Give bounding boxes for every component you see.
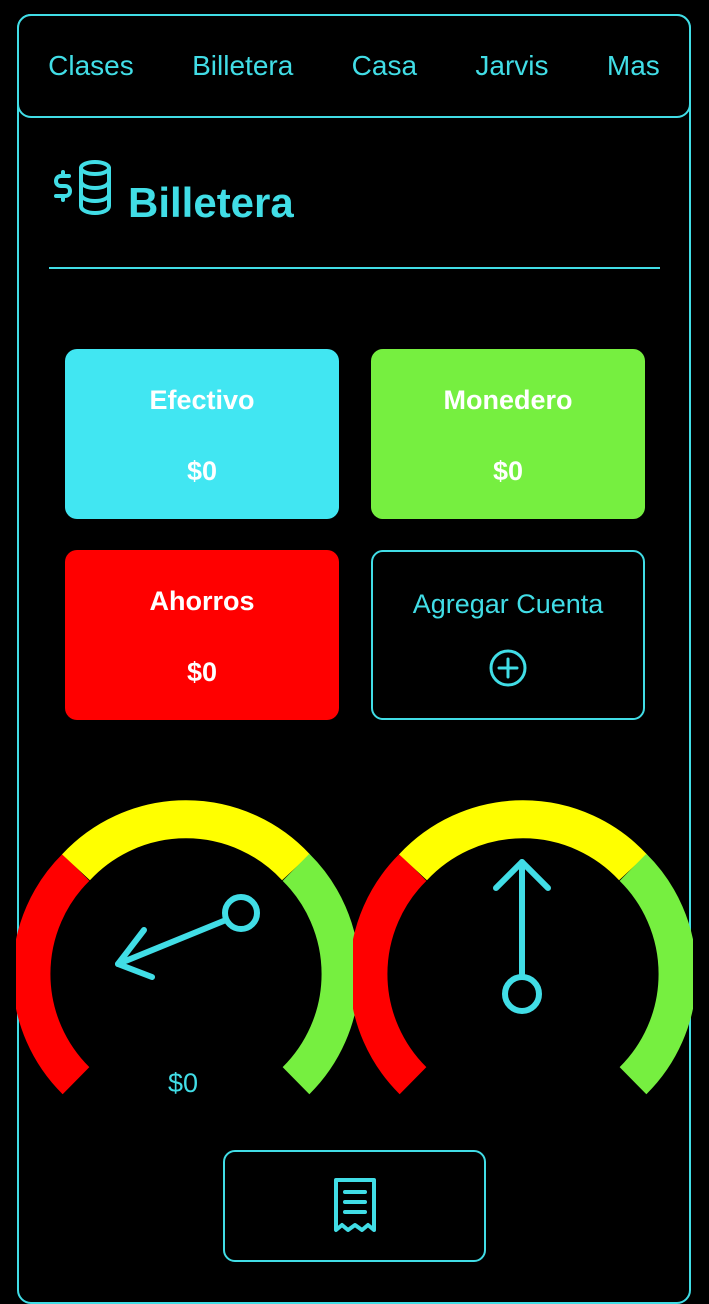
gauge-value-label: $0 xyxy=(168,1068,199,1098)
page-title: Billetera xyxy=(128,179,294,226)
gauge-segment-low xyxy=(16,853,90,1095)
account-amount: $0 xyxy=(186,456,218,486)
page-header: Billetera xyxy=(52,158,294,224)
plus-circle-icon xyxy=(489,649,527,686)
receipt-button[interactable] xyxy=(223,1150,486,1262)
header-divider xyxy=(49,267,660,269)
add-account-label: Agregar Cuenta xyxy=(412,588,604,619)
gauge-segment-high xyxy=(282,853,356,1095)
top-navbar: Clases Billetera Casa Jarvis Mas xyxy=(17,14,691,118)
gauge-right xyxy=(353,800,693,1095)
add-account-button[interactable]: Agregar Cuenta xyxy=(371,550,645,720)
account-amount: $0 xyxy=(186,657,218,687)
account-amount: $0 xyxy=(492,456,524,486)
gauge-segment-low xyxy=(353,853,427,1095)
dollar-coins-icon xyxy=(54,160,111,215)
nav-item-billetera[interactable]: Billetera xyxy=(192,50,293,82)
nav-item-casa[interactable]: Casa xyxy=(352,50,417,82)
gauge-segment-high xyxy=(619,853,693,1095)
account-card-ahorros[interactable]: Ahorros $0 xyxy=(65,550,339,720)
gauge-left xyxy=(16,800,356,1095)
nav-item-jarvis[interactable]: Jarvis xyxy=(475,50,548,82)
account-card-monedero[interactable]: Monedero $0 xyxy=(371,349,645,519)
gauge-segment-mid xyxy=(62,800,310,881)
account-name: Efectivo xyxy=(149,385,255,415)
account-name: Ahorros xyxy=(149,586,255,616)
gauge-needle xyxy=(115,894,260,980)
nav-item-mas[interactable]: Mas xyxy=(607,50,660,82)
account-name: Monedero xyxy=(443,385,573,415)
gauge-needle xyxy=(493,859,551,1014)
account-card-efectivo[interactable]: Efectivo $0 xyxy=(65,349,339,519)
nav-item-clases[interactable]: Clases xyxy=(48,50,134,82)
receipt-icon xyxy=(333,1178,376,1232)
